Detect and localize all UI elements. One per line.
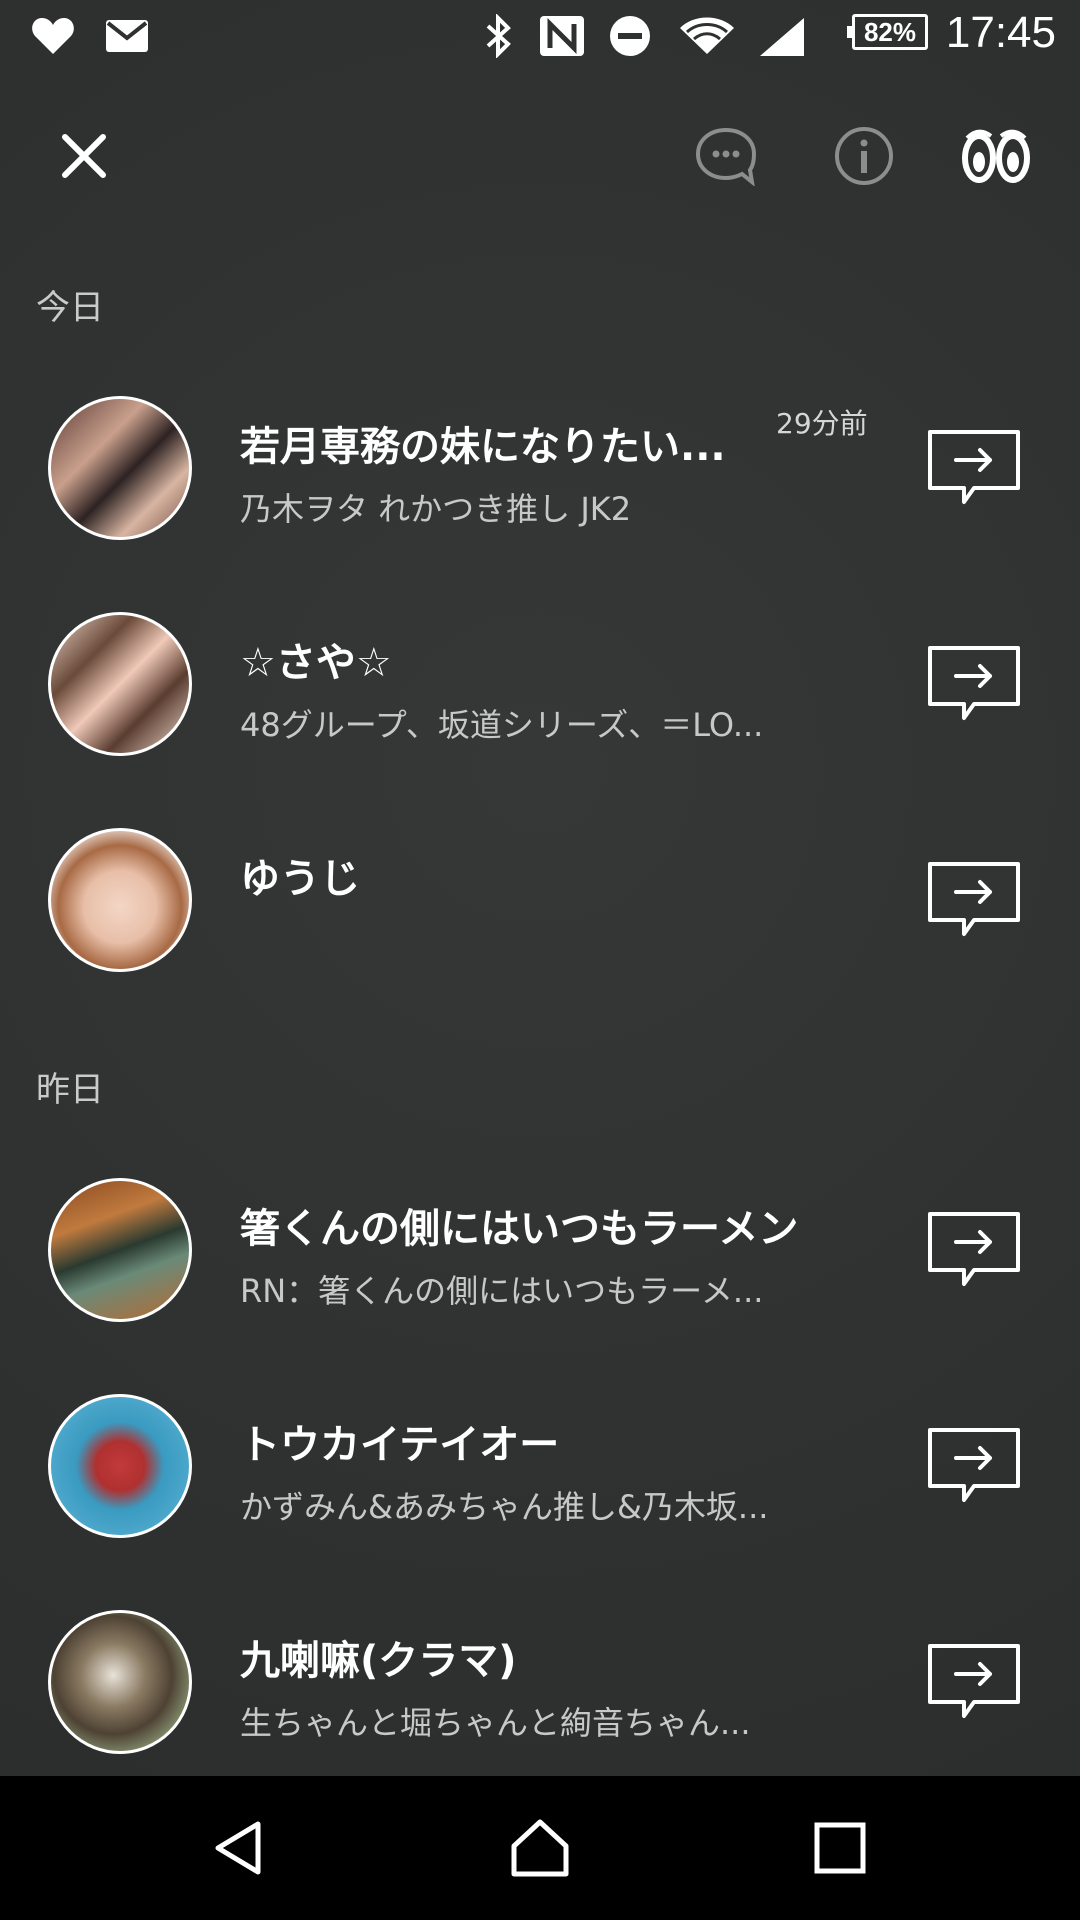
list-item[interactable]: ゆうじ bbox=[0, 828, 1080, 998]
section-header-yesterday: 昨日 bbox=[36, 1070, 104, 1110]
info-icon bbox=[835, 127, 893, 185]
share-button[interactable] bbox=[924, 1208, 1024, 1298]
mail-icon bbox=[106, 20, 148, 52]
share-button[interactable] bbox=[924, 1640, 1024, 1730]
footprints-icon bbox=[962, 129, 1030, 183]
share-arrow-icon bbox=[928, 862, 1020, 936]
user-name: 箸くんの側にはいつもラーメン bbox=[240, 1206, 799, 1252]
avatar bbox=[48, 1394, 192, 1538]
user-name: ゆうじ bbox=[240, 856, 360, 902]
list-item[interactable]: 箸くんの側にはいつもラーメン RN：箸くんの側にはいつもラーメ... bbox=[0, 1178, 1080, 1348]
list-item[interactable]: 若月専務の妹になりたい... 29分前 乃木ヲタ れかつき推し JK2 bbox=[0, 396, 1080, 566]
timestamp: 29分前 bbox=[776, 407, 868, 440]
toolbar bbox=[0, 96, 1080, 216]
avatar bbox=[48, 1178, 192, 1322]
home-icon bbox=[511, 1819, 569, 1877]
section-header-today: 今日 bbox=[36, 288, 104, 328]
bluetooth-icon bbox=[486, 14, 511, 58]
close-button[interactable] bbox=[34, 96, 134, 216]
share-arrow-icon bbox=[928, 1212, 1020, 1286]
user-bio: RN：箸くんの側にはいつもラーメ... bbox=[240, 1272, 764, 1310]
user-name: トウカイテイオー bbox=[240, 1422, 560, 1468]
share-arrow-icon bbox=[928, 430, 1020, 504]
avatar bbox=[48, 828, 192, 972]
list-item[interactable]: ☆さや☆ 48グループ、坂道シリーズ、＝LO... bbox=[0, 612, 1080, 782]
home-button[interactable] bbox=[460, 1776, 620, 1920]
avatar bbox=[48, 1610, 192, 1754]
list-item[interactable]: トウカイテイオー かずみん&あみちゃん推し&乃木坂... bbox=[0, 1394, 1080, 1564]
wifi-icon bbox=[680, 17, 734, 54]
back-icon bbox=[215, 1821, 261, 1875]
avatar bbox=[48, 396, 192, 540]
share-button[interactable] bbox=[924, 858, 1024, 948]
back-button[interactable] bbox=[160, 1776, 320, 1920]
chat-button[interactable] bbox=[676, 96, 776, 216]
user-name: 若月専務の妹になりたい... bbox=[240, 424, 726, 470]
signal-icon bbox=[760, 18, 804, 56]
footprints-button[interactable] bbox=[946, 96, 1046, 216]
status-bar: 82% 17:45 bbox=[0, 0, 1080, 72]
user-name: 九喇嘛(クラマ) bbox=[240, 1638, 517, 1684]
user-bio: 生ちゃんと堀ちゃんと絢音ちゃん... bbox=[240, 1704, 751, 1742]
user-name: ☆さや☆ bbox=[240, 640, 392, 686]
user-bio: かずみん&あみちゃん推し&乃木坂... bbox=[240, 1488, 769, 1526]
share-button[interactable] bbox=[924, 642, 1024, 732]
do-not-disturb-icon bbox=[610, 16, 650, 56]
share-button[interactable] bbox=[924, 1424, 1024, 1514]
battery-indicator: 82% bbox=[847, 14, 928, 50]
recents-icon bbox=[814, 1822, 866, 1874]
navigation-bar bbox=[0, 1776, 1080, 1920]
user-bio: 48グループ、坂道シリーズ、＝LO... bbox=[240, 706, 764, 744]
user-bio: 乃木ヲタ れかつき推し JK2 bbox=[240, 490, 632, 528]
info-button[interactable] bbox=[814, 96, 914, 216]
share-button[interactable] bbox=[924, 426, 1024, 516]
close-icon bbox=[62, 134, 106, 178]
recents-button[interactable] bbox=[760, 1776, 920, 1920]
share-arrow-icon bbox=[928, 646, 1020, 720]
status-time: 17:45 bbox=[945, 8, 1056, 57]
share-arrow-icon bbox=[928, 1428, 1020, 1502]
screen: 82% 17:45 今日 若月専務の妹になりたい... 29分前 乃木ヲタ れか… bbox=[0, 0, 1080, 1920]
avatar bbox=[48, 612, 192, 756]
nfc-icon bbox=[540, 16, 584, 56]
chat-bubble-icon bbox=[695, 127, 757, 186]
list-item[interactable]: 九喇嘛(クラマ) 生ちゃんと堀ちゃんと絢音ちゃん... bbox=[0, 1610, 1080, 1780]
heart-icon bbox=[32, 18, 74, 54]
share-arrow-icon bbox=[928, 1644, 1020, 1718]
